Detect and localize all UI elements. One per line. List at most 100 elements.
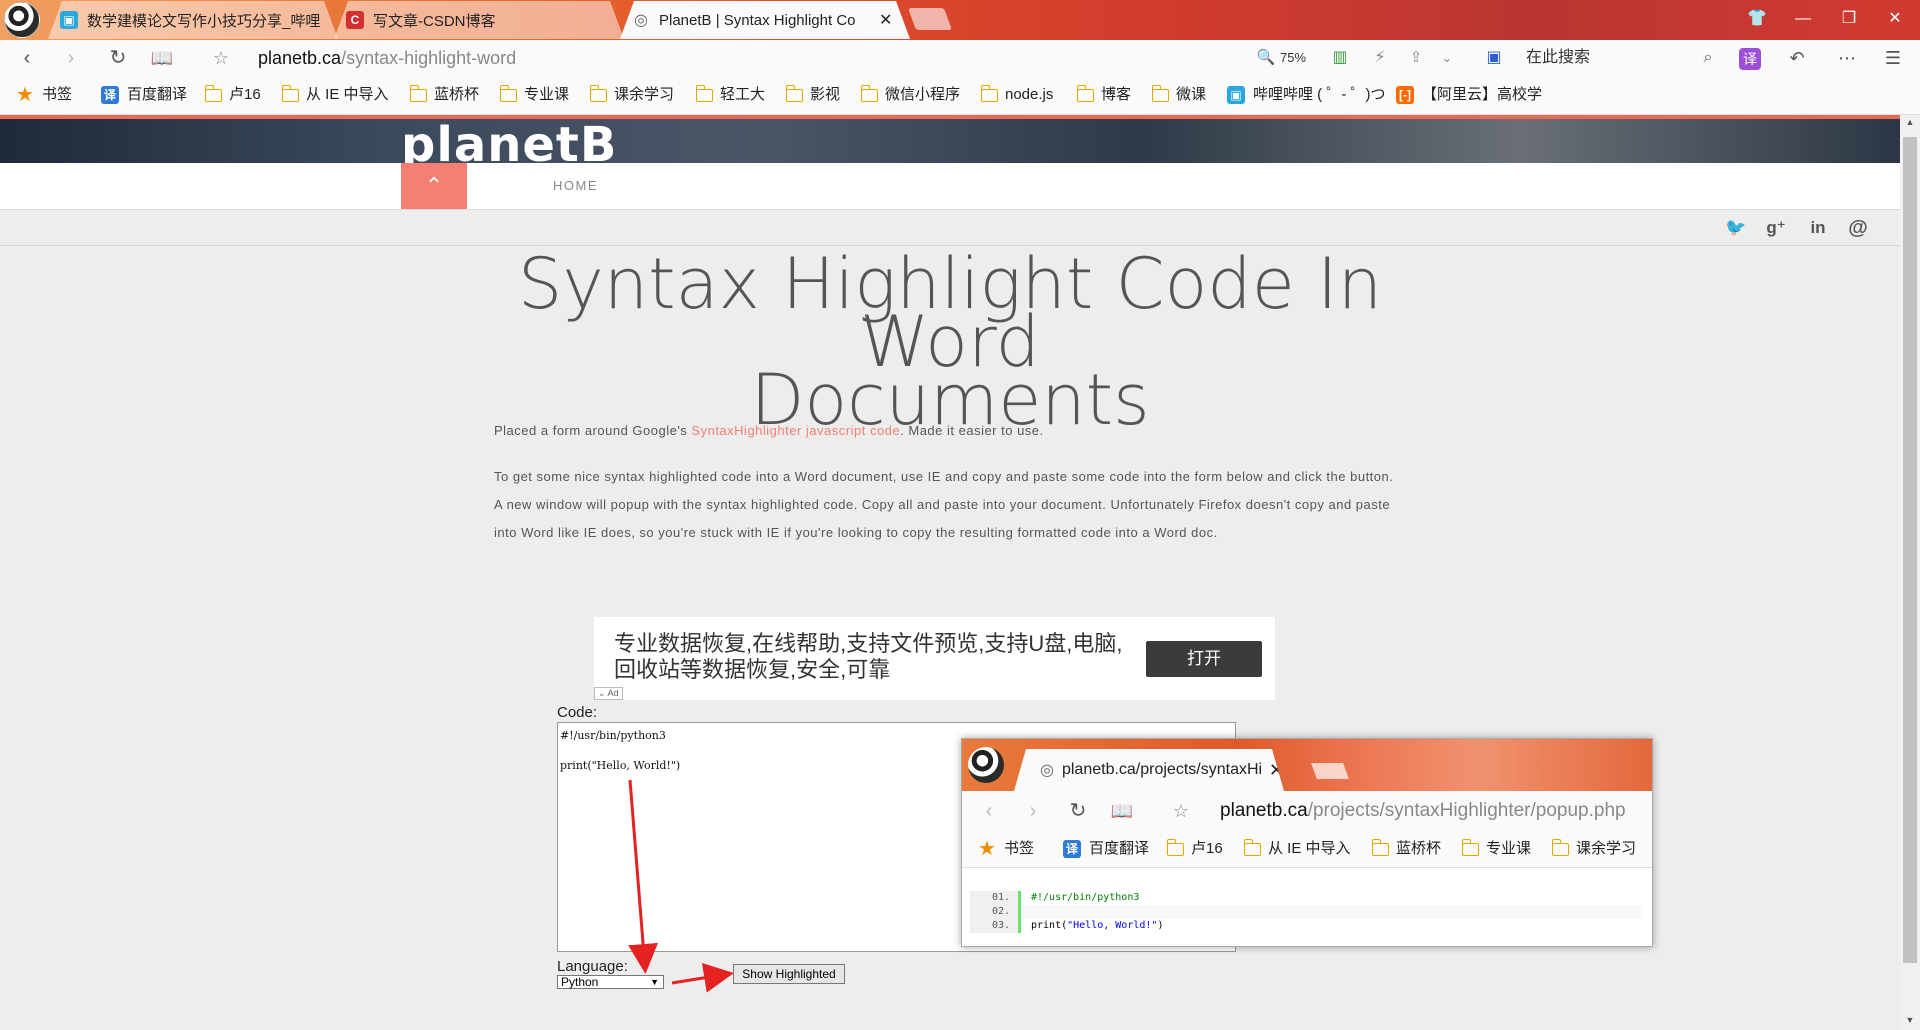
page-scrollbar[interactable]: ▲ ▼ xyxy=(1900,115,1920,1030)
scroll-top-button[interactable]: ⌃ xyxy=(401,163,467,209)
reader-mode-icon[interactable]: 📖 xyxy=(148,40,176,76)
code-line: 03. print("Hello, World!") xyxy=(970,919,1645,933)
scroll-down-icon[interactable]: ▼ xyxy=(1900,1015,1920,1025)
folder-icon xyxy=(1371,838,1389,856)
bookmark-item[interactable]: 影视 xyxy=(785,76,840,114)
folder-icon xyxy=(1243,838,1261,856)
site-navbar xyxy=(0,163,1900,209)
more-icon[interactable]: ⋯ xyxy=(1834,40,1860,76)
bookmark-item[interactable]: ★ 书签 xyxy=(978,831,1034,867)
linkedin-icon[interactable]: in xyxy=(1806,216,1830,240)
tab-csdn[interactable]: C 写文章-CSDN博客 xyxy=(334,1,624,39)
ad-banner[interactable]: 专业数据恢复,在线帮助,支持文件预览,支持U盘,电脑,回收站等数据恢复,安全,可… xyxy=(594,617,1275,700)
reload-icon[interactable]: ↻ xyxy=(1064,791,1092,831)
bookmark-item[interactable]: 蓝桥杯 xyxy=(1371,831,1441,867)
folder-icon xyxy=(860,84,878,102)
bookmark-item[interactable]: 博客 xyxy=(1076,76,1131,114)
language-select[interactable]: Python ▼ xyxy=(557,975,664,989)
address-bar[interactable]: planetb.ca/syntax-highlight-word xyxy=(258,40,516,76)
bookmark-item[interactable]: 课余学习 xyxy=(1551,831,1636,867)
translate-button[interactable]: 译 xyxy=(1738,40,1762,76)
back-icon[interactable]: ‹ xyxy=(14,40,40,76)
bookmark-item[interactable]: 从 IE 中导入 xyxy=(281,76,389,114)
globe-icon: ◎ xyxy=(1040,762,1054,779)
reload-icon[interactable]: ↻ xyxy=(104,40,132,76)
ad-badge[interactable]: ⌄ Ad xyxy=(594,687,623,700)
bookmarks-bar: ★ 书签 译百度翻译 卢16 从 IE 中导入 蓝桥杯 专业课 课余学习 轻工大 … xyxy=(0,76,1920,115)
lightning-icon[interactable]: ⚡ xyxy=(1368,40,1392,76)
bookmark-item[interactable]: 微课 xyxy=(1151,76,1206,114)
bookmark-item[interactable]: 卢16 xyxy=(204,76,261,114)
bookmark-item[interactable]: 蓝桥杯 xyxy=(409,76,479,114)
popup-bookmarks-bar: ★ 书签 译百度翻译 卢16 从 IE 中导入 蓝桥杯 专业课 课余学习 xyxy=(962,831,1652,868)
bookmark-item[interactable]: 专业课 xyxy=(499,76,569,114)
bookmark-item[interactable]: 译百度翻译 xyxy=(1063,831,1149,867)
zoom-level[interactable]: 75% xyxy=(1280,40,1306,76)
dropdown-arrow-icon: ▼ xyxy=(650,977,659,987)
bookmark-star-icon[interactable]: ☆ xyxy=(208,40,234,76)
nav-home-link[interactable]: HOME xyxy=(553,163,598,209)
undo-icon[interactable]: ↶ xyxy=(1780,40,1814,76)
forward-icon[interactable]: › xyxy=(1020,791,1046,831)
tab-planetb[interactable]: ◎ PlanetB | Syntax Highlight Co ✕ xyxy=(620,1,910,39)
folder-icon xyxy=(980,84,998,102)
popup-tab-title: planetb.ca/projects/syntaxHi xyxy=(1061,761,1261,778)
bookmark-item[interactable]: 从 IE 中导入 xyxy=(1243,831,1351,867)
bookmark-star-icon[interactable]: ☆ xyxy=(1168,791,1194,831)
search-icon[interactable]: ⌕ xyxy=(1696,40,1720,76)
at-icon[interactable]: @ xyxy=(1846,216,1870,240)
star-icon: ★ xyxy=(978,838,996,860)
scroll-thumb[interactable] xyxy=(1903,137,1917,963)
bookmark-item[interactable]: 译百度翻译 xyxy=(101,76,187,114)
folder-icon xyxy=(281,84,299,102)
new-tab-button[interactable] xyxy=(907,8,953,30)
tab-bilibili[interactable]: ▣ 数学建模论文写作小技巧分享_哔哩 xyxy=(48,1,338,39)
zoom-icon[interactable]: 🔍 xyxy=(1254,40,1278,76)
close-window-button[interactable]: ✕ xyxy=(1880,6,1910,32)
popup-browser-window[interactable]: ◎ planetb.ca/projects/syntaxHi ✕ ‹ › ↻ 📖… xyxy=(961,738,1653,947)
ad-open-button[interactable]: 打开 xyxy=(1146,641,1262,677)
syntaxhighlighter-link[interactable]: SyntaxHighlighter javascript code xyxy=(691,423,900,438)
new-tab-button[interactable] xyxy=(1311,763,1349,779)
twitter-icon[interactable]: 🐦 xyxy=(1724,216,1748,240)
bookmark-item[interactable]: 微信小程序 xyxy=(860,76,960,114)
bookmark-item[interactable]: ★ 书签 xyxy=(16,76,72,114)
chevron-down-icon[interactable]: ⌄ xyxy=(1436,40,1458,76)
bookmark-item[interactable]: [-] 【阿里云】高校学 xyxy=(1396,76,1542,114)
tab-title: 写文章-CSDN博客 xyxy=(373,12,496,30)
folder-icon xyxy=(589,84,607,102)
user-avatar[interactable] xyxy=(4,2,40,38)
bookmark-item[interactable]: 轻工大 xyxy=(695,76,765,114)
restore-button[interactable]: ❐ xyxy=(1834,6,1864,32)
back-icon[interactable]: ‹ xyxy=(976,791,1002,831)
popup-address-bar[interactable]: planetb.ca/projects/syntaxHighlighter/po… xyxy=(1220,791,1626,831)
bookmark-item[interactable]: node.js xyxy=(980,76,1053,114)
menu-icon[interactable]: ☰ xyxy=(1880,40,1906,76)
highlighted-code-block[interactable]: 01. #!/usr/bin/python3 02. 03. print("He… xyxy=(970,891,1645,935)
reader-mode-icon[interactable]: 📖 xyxy=(1108,791,1136,831)
bookmark-item[interactable]: ▣ 哔哩哔哩 ( ゜- ゜)つ xyxy=(1227,76,1386,114)
google-plus-icon[interactable]: g⁺ xyxy=(1764,216,1788,240)
folder-icon xyxy=(1551,838,1569,856)
code-line: 01. #!/usr/bin/python3 xyxy=(970,891,1645,905)
bookmark-item[interactable]: 卢16 xyxy=(1166,831,1223,867)
show-highlighted-button[interactable]: Show Highlighted xyxy=(733,964,845,984)
bookmark-item[interactable]: 课余学习 xyxy=(589,76,674,114)
minimize-button[interactable]: — xyxy=(1788,6,1818,32)
line-code: print("Hello, World!") xyxy=(1018,919,1641,933)
skin-icon[interactable]: 👕 xyxy=(1742,6,1772,32)
url-path: /syntax-highlight-word xyxy=(341,48,517,68)
forward-icon[interactable]: › xyxy=(58,40,84,76)
bilibili-icon: ▣ xyxy=(60,11,78,29)
baidu-icon[interactable]: ▣ xyxy=(1484,40,1504,76)
popup-tab[interactable]: ◎ planetb.ca/projects/syntaxHi ✕ xyxy=(1014,749,1284,791)
scroll-up-icon[interactable]: ▲ xyxy=(1900,117,1920,127)
share-icon[interactable]: ⇪ xyxy=(1404,40,1428,76)
reader-icon[interactable]: ▥ xyxy=(1328,40,1352,76)
close-tab-icon[interactable]: ✕ xyxy=(879,10,892,30)
search-input[interactable]: 在此搜索 xyxy=(1526,40,1590,76)
tab-title: 数学建模论文写作小技巧分享_哔哩 xyxy=(87,12,321,30)
user-avatar[interactable] xyxy=(968,747,1004,783)
header-banner xyxy=(0,119,1900,163)
bookmark-item[interactable]: 专业课 xyxy=(1461,831,1531,867)
